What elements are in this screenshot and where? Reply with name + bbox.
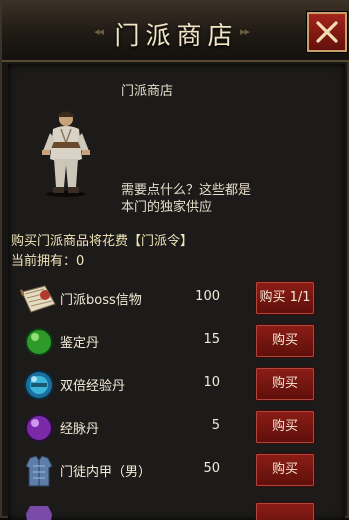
buy-button[interactable]: 购买 (255, 453, 315, 487)
close-icon (316, 21, 338, 43)
buy-button[interactable] (255, 502, 315, 520)
blue-orb-icon (24, 370, 54, 400)
item-price: 15 (203, 332, 220, 347)
shop-item-row-partial (10, 496, 340, 520)
green-pill-icon (25, 328, 53, 356)
shop-item-row: 门派boss信物 100 购买 1/1 (10, 278, 340, 318)
buy-button[interactable]: 购买 (255, 367, 315, 401)
close-button[interactable] (307, 12, 347, 52)
shop-item-row: 鉴定丹 15 购买 (10, 321, 340, 361)
npc-dialogue: 需要点什么？这些都是本门的独家供应 (121, 183, 252, 215)
title-bar: ◂◂ 门派商店 ▸▸ (2, 2, 349, 62)
buy-button[interactable]: 购买 (255, 410, 315, 444)
currency-note: 购买门派商品将花费【门派令】 (11, 234, 194, 249)
purple-pill-icon (25, 414, 53, 442)
scroll-icon (20, 285, 56, 313)
item-name: 门派boss信物 (60, 293, 142, 308)
buy-button[interactable]: 购买 1/1 (255, 281, 315, 315)
item-name: 鉴定丹 (60, 336, 100, 351)
item-price: 5 (211, 418, 220, 433)
armor-icon (25, 455, 53, 487)
title-right-ornament: ▸▸ (240, 25, 250, 38)
npc-portrait (42, 111, 90, 197)
buy-button[interactable]: 购买 (255, 324, 315, 358)
npc-name: 门派商店 (121, 84, 174, 99)
shop-panel: ◂◂ 门派商店 ▸▸ 门派商店 需要点什么？这些都是本门的独家供应 购买门派商品… (0, 0, 349, 520)
item-name: 双倍经验丹 (60, 379, 126, 394)
currency-owned: 当前拥有：0 (11, 254, 85, 269)
item-price: 100 (195, 289, 220, 304)
window-title: 门派商店 (114, 21, 239, 50)
shop-item-row: 经脉丹 5 购买 (10, 407, 340, 447)
shop-item-row: 双倍经验丹 10 购买 (10, 364, 340, 404)
item-icon (26, 506, 52, 520)
item-name: 门徒内甲（男） (60, 465, 152, 480)
item-price: 10 (203, 375, 220, 390)
item-price: 50 (203, 461, 220, 476)
item-name: 经脉丹 (60, 422, 100, 437)
shop-item-row: 门徒内甲（男） 50 购买 (10, 450, 340, 490)
